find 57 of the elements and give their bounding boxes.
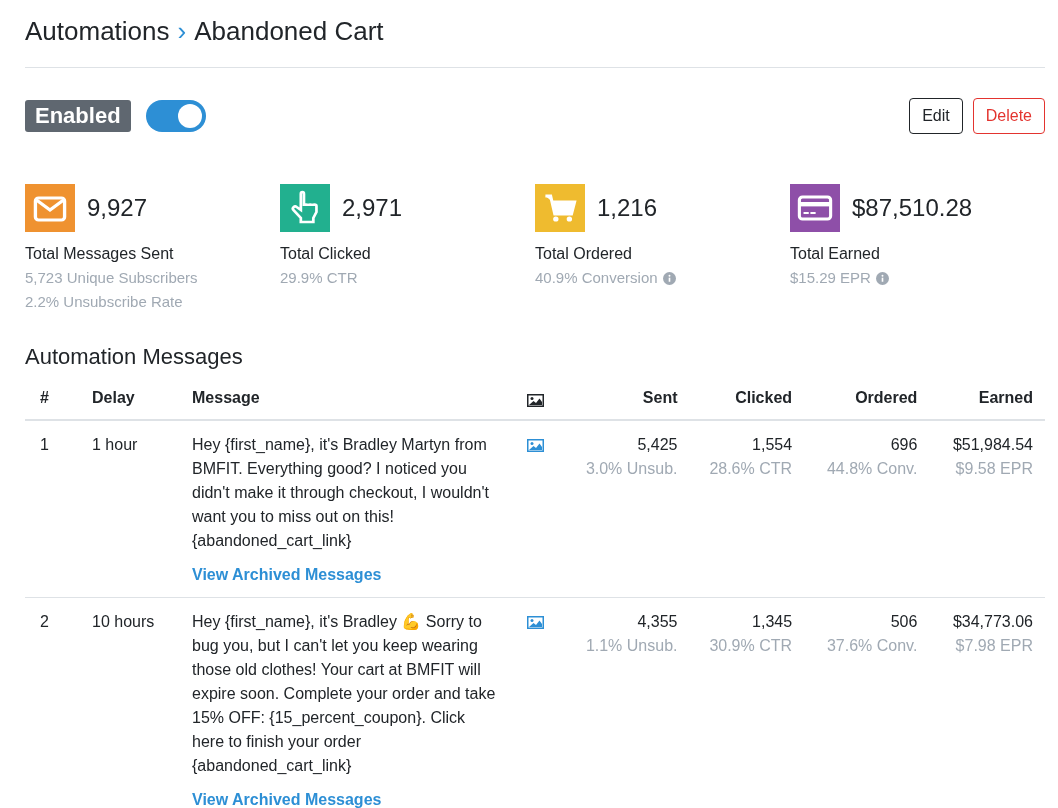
stat-detail: $15.29 EPR (790, 268, 871, 288)
view-archived-link[interactable]: View Archived Messages (192, 563, 382, 587)
metric-value: $51,984.54 (951, 435, 1033, 455)
message-text: Hey {first_name}, it's Bradley 💪 Sorry to bug you, but I can't let you keep wearing those old clothes! Your cart at BMFIT will expire soon. Complete your order and take 15% OFF: {15_percent_coupon}. Click here to finish your order {abandoned_cart_link} (192, 612, 497, 776)
column-header: Message (192, 388, 260, 406)
delete-button[interactable]: Delete (972, 98, 1045, 134)
image-icon (527, 394, 544, 407)
page-title: Abandoned Cart (194, 16, 384, 47)
stat-label: Total Earned (790, 244, 881, 264)
metric-value: $34,773.06 (951, 612, 1033, 632)
metric-value: 506 (889, 612, 918, 632)
stat-detail: 29.9% CTR (280, 268, 358, 288)
metric-value: 1,554 (751, 435, 793, 455)
column-header: Ordered (855, 388, 918, 406)
edit-button[interactable]: Edit (909, 98, 963, 134)
column-header: Earned (978, 388, 1033, 406)
image-icon[interactable] (527, 439, 544, 452)
metric-rate: $9.58 EPR (954, 459, 1033, 479)
metric-rate: 1.1% Unsub. (584, 636, 678, 656)
stat-value: 2,971 (342, 194, 403, 222)
metric-value: 4,355 (636, 612, 678, 632)
metric-rate: 28.6% CTR (708, 459, 793, 479)
metric-value: 696 (889, 435, 918, 455)
metric-value: 1,345 (751, 612, 793, 632)
stat-value: 9,927 (87, 194, 148, 222)
info-icon[interactable] (875, 271, 889, 285)
column-header: Delay (92, 388, 135, 406)
metric-rate: $7.98 EPR (954, 636, 1033, 656)
column-header: # (40, 388, 49, 406)
status-badge: Enabled (25, 100, 131, 132)
delay-cell: 1 hour (92, 436, 138, 453)
breadcrumb-separator: › (177, 16, 187, 47)
view-archived-link[interactable]: View Archived Messages (192, 788, 382, 808)
stat-detail: 2.2% Unsubscribe Rate (25, 292, 183, 312)
row-number: 1 (40, 436, 49, 453)
enabled-toggle[interactable] (145, 100, 206, 132)
breadcrumb-link[interactable]: Automations (25, 16, 170, 47)
metric-rate: 3.0% Unsub. (584, 459, 678, 479)
delay-cell: 10 hours (92, 613, 155, 630)
column-header: Clicked (735, 388, 793, 406)
column-header: Sent (642, 388, 678, 406)
metric-rate: 30.9% CTR (708, 636, 793, 656)
stat-value: 1,216 (597, 194, 658, 222)
metric-rate: 44.8% Conv. (825, 459, 918, 479)
stat-label: Total Messages Sent (25, 244, 175, 264)
image-icon[interactable] (527, 616, 544, 629)
metric-rate: 37.6% Conv. (825, 636, 918, 656)
stat-label: Total Clicked (280, 244, 372, 264)
row-number: 2 (40, 613, 49, 630)
stat-detail: 40.9% Conversion (535, 268, 658, 288)
section-title: Automation Messages (25, 344, 244, 370)
info-icon[interactable] (662, 271, 676, 285)
message-text: Hey {first_name}, it's Bradley Martyn from BMFIT. Everything good? I noticed you didn't make it through checkout, I wouldn't want you to miss out on this! {abandoned_cart_link} (192, 435, 490, 551)
stat-value: $87,510.28 (852, 194, 973, 222)
metric-value: 5,425 (636, 435, 678, 455)
stat-label: Total Ordered (535, 244, 633, 264)
stat-detail: 5,723 Unique Subscribers (25, 268, 198, 288)
